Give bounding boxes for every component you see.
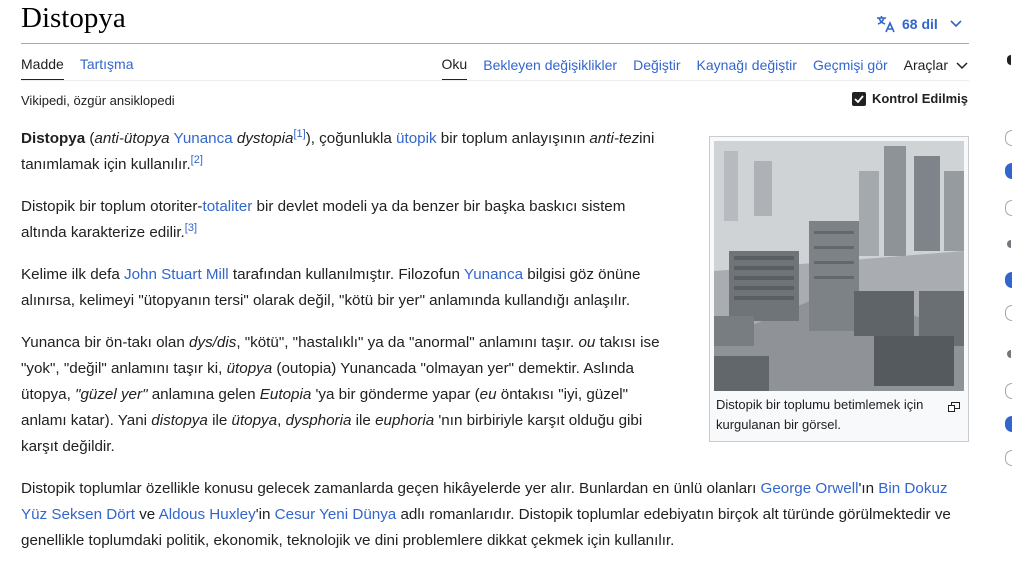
- text: bir toplum anlayışının: [436, 130, 590, 147]
- italic-text: eu: [479, 386, 497, 403]
- text: anlamına gelen: [147, 386, 260, 403]
- image-caption: Distopik bir toplumu betimlemek için kur…: [716, 397, 924, 432]
- checkbox-checked-icon: [851, 91, 866, 106]
- paragraph-3: Kelime ilk defa John Stuart Mill tarafın…: [21, 262, 673, 314]
- text: ve: [134, 506, 159, 523]
- text: Distopik toplumlar özellikle konusu gele…: [21, 480, 761, 497]
- paragraph-4: Yunanca bir ön-takı olan dys/dis, "kötü"…: [21, 330, 673, 460]
- italic-text: euphoria: [375, 412, 435, 429]
- reference-1[interactable]: [1]: [293, 128, 305, 140]
- title-divider: [21, 43, 969, 44]
- review-status-label: Kontrol Edilmiş: [871, 91, 968, 106]
- sidebar-marker: [1005, 416, 1012, 432]
- text: , "kötü", "hastalıklı" ya da "anormal" a…: [236, 334, 579, 351]
- italic-text: ütopya: [226, 360, 273, 377]
- link-george-orwell[interactable]: George Orwell: [761, 480, 859, 497]
- reference-2[interactable]: [2]: [191, 154, 203, 166]
- sidebar-marker: [1005, 200, 1012, 216]
- view-tabs: Oku Bekleyen değişiklikler Değiştir Kayn…: [441, 56, 968, 81]
- sidebar-marker: [1007, 240, 1011, 248]
- text: ile: [351, 412, 376, 429]
- link-yunanca-2[interactable]: Yunanca: [464, 266, 523, 283]
- italic-text: dysphoria: [285, 412, 352, 429]
- link-totaliter[interactable]: totaliter: [202, 198, 252, 215]
- enlarge-icon[interactable]: [948, 399, 960, 417]
- sidebar-marker: [1005, 383, 1012, 399]
- text: ile: [207, 412, 232, 429]
- tools-menu[interactable]: Araçlar: [904, 57, 968, 80]
- tab-article[interactable]: Madde: [21, 56, 64, 81]
- sidebar-marker: [1005, 272, 1012, 288]
- reference-3[interactable]: [3]: [185, 222, 197, 234]
- text: Distopik bir toplum otoriter-: [21, 198, 203, 215]
- chevron-down-icon: [956, 57, 968, 73]
- site-tagline: Vikipedi, özgür ansiklopedi: [21, 93, 175, 108]
- text: Yunanca bir ön-takı olan: [21, 334, 190, 351]
- sidebar-marker: [1005, 450, 1012, 466]
- tab-history[interactable]: Geçmişi gör: [813, 57, 888, 80]
- text: 'ya bir gönderme yapar (: [311, 386, 480, 403]
- text: ), çoğunluklа: [305, 130, 397, 147]
- languages-label: 68 dil: [902, 16, 938, 32]
- paragraph-1: Distopya (anti-ütopya Yunanca dystopia[1…: [21, 126, 673, 178]
- tab-edit[interactable]: Değiştir: [633, 57, 680, 80]
- language-button[interactable]: 68 dil: [876, 12, 962, 36]
- paragraph-5: Distopik toplumlar özellikle konusu gele…: [21, 476, 971, 554]
- tab-read[interactable]: Oku: [441, 56, 468, 81]
- chevron-down-icon: [950, 20, 962, 28]
- link-cesur-yeni-dunya[interactable]: Cesur Yeni Dünya: [275, 506, 397, 523]
- translate-icon: [876, 15, 896, 33]
- text: tarafından kullanılmıştır. Filozofun: [228, 266, 464, 283]
- sidebar-marker: [1007, 55, 1011, 65]
- review-status[interactable]: Kontrol Edilmiş: [851, 91, 968, 106]
- tab-edit-source[interactable]: Kaynağı değiştir: [697, 57, 797, 80]
- italic-text: distopya: [151, 412, 208, 429]
- text: ,: [277, 412, 286, 429]
- link-utopik[interactable]: ütopik: [396, 130, 437, 147]
- namespace-tabs: Madde Tartışma: [21, 56, 134, 81]
- tab-pending-changes[interactable]: Bekleyen değişiklikler: [483, 57, 617, 80]
- text: 'in: [255, 506, 275, 523]
- text: Kelime ilk defa: [21, 266, 124, 283]
- italic-text: dys/dis: [189, 334, 237, 351]
- page-title: Distopya: [21, 2, 126, 34]
- infobox: Distopik bir toplumu betimlemek için kur…: [709, 136, 969, 442]
- collapsed-toc-sidebar: [1003, 0, 1012, 573]
- link-john-stuart-mill[interactable]: John Stuart Mill: [124, 266, 229, 283]
- sidebar-marker: [1007, 350, 1011, 358]
- link-yunanca[interactable]: Yunanca: [174, 130, 233, 147]
- italic-text: anti-ütopya: [94, 130, 170, 147]
- italic-text: ütopya: [231, 412, 278, 429]
- text: 'ın: [858, 480, 879, 497]
- italic-text: Eutopia: [259, 386, 312, 403]
- italic-text: "güzel yer": [75, 386, 148, 403]
- tools-label: Araçlar: [903, 57, 948, 73]
- italic-text: anti-tez: [589, 130, 640, 147]
- tabs-divider: [21, 80, 969, 81]
- tab-talk[interactable]: Tartışma: [80, 56, 134, 81]
- italic-text: dystopia: [232, 130, 294, 147]
- sidebar-marker: [1005, 163, 1012, 179]
- sidebar-marker: [1005, 305, 1012, 321]
- dystopian-city-image[interactable]: [714, 141, 964, 391]
- link-aldous-huxley[interactable]: Aldous Huxley: [159, 506, 256, 523]
- sidebar-marker: [1005, 130, 1012, 146]
- bold-term: Distopya: [21, 130, 86, 147]
- italic-text: ou: [578, 334, 596, 351]
- paragraph-2: Distopik bir toplum otoriter-totaliter b…: [21, 194, 673, 246]
